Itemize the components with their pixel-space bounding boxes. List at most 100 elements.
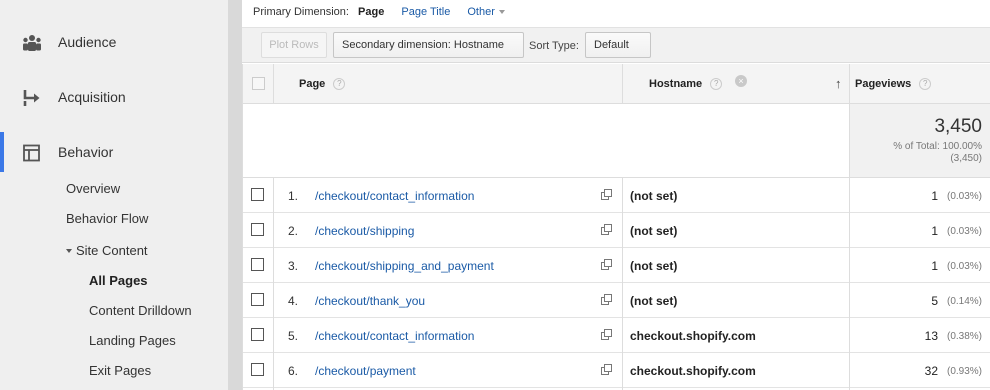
nav-behavior-label: Behavior — [58, 144, 114, 160]
page-link[interactable]: /checkout/thank_you — [315, 294, 425, 308]
hostname-cell: (not set) — [630, 294, 678, 308]
pageviews-cell: 1 — [931, 224, 938, 238]
totals-pageviews-cell: 3,450 % of Total: 100.00% (3,450) — [850, 104, 990, 177]
nav-audience-label: Audience — [58, 34, 117, 50]
column-header-hostname[interactable]: Hostname? — [649, 78, 723, 90]
column-header-pageviews-label: Pageviews — [855, 78, 912, 90]
hostname-cell: checkout.shopify.com — [630, 364, 756, 378]
pageviews-percent: (0.03%) — [946, 261, 982, 272]
totals-row: 3,450 % of Total: 100.00% (3,450) — [242, 104, 990, 178]
help-icon[interactable]: ? — [919, 78, 932, 90]
dimension-other[interactable]: Other — [467, 6, 505, 18]
row-checkbox[interactable] — [251, 293, 264, 306]
primary-dimension-label: Primary Dimension: — [253, 6, 349, 18]
chevron-down-icon — [498, 10, 505, 14]
row-index: 3. — [288, 259, 299, 273]
table-row: 3. /checkout/shipping_and_payment (not set… — [242, 248, 990, 283]
secondary-dimension-select[interactable]: Secondary dimension: Hostname — [333, 32, 524, 71]
open-page-icon[interactable] — [601, 294, 613, 305]
chevron-down-icon — [66, 249, 72, 253]
nav-behavior[interactable]: Behavior — [0, 132, 228, 172]
plot-rows-button[interactable]: Plot Rows — [261, 32, 327, 58]
dimension-other-label: Other — [467, 6, 495, 18]
row-checkbox[interactable] — [251, 328, 264, 341]
dimension-page-title[interactable]: Page Title — [401, 6, 450, 18]
table-row: 2. /checkout/shipping (not set) 1 (0.03%) — [242, 213, 990, 248]
row-checkbox[interactable] — [251, 188, 264, 201]
nav-overview[interactable]: Overview — [66, 181, 120, 196]
column-header-page-label: Page — [299, 78, 326, 90]
nav-acquisition[interactable]: Acquisition — [0, 77, 228, 117]
sidebar-scrollbar[interactable] — [228, 0, 242, 390]
primary-dimension-bar: Primary Dimension: Page Page Title Other — [253, 6, 505, 18]
pageviews-cell: 13 — [924, 329, 938, 343]
open-page-icon[interactable] — [601, 259, 613, 270]
column-divider — [849, 64, 850, 390]
page-link[interactable]: /checkout/contact_information — [315, 329, 474, 343]
table-header: Page? Hostname? × ↑ Pageviews? — [242, 64, 990, 104]
table-row: 4. /checkout/thank_you (not set) 5 (0.14%) — [242, 283, 990, 318]
total-percent: % of Total: 100.00% (3,450) — [893, 141, 982, 165]
sort-type-label: Sort Type: — [529, 40, 579, 52]
remove-dimension-icon[interactable]: × — [735, 75, 747, 87]
page-link[interactable]: /checkout/shipping_and_payment — [315, 259, 494, 273]
nav-landing-pages[interactable]: Landing Pages — [89, 333, 176, 348]
hostname-cell: (not set) — [630, 259, 678, 273]
column-header-hostname-label: Hostname — [649, 78, 703, 90]
open-page-icon[interactable] — [601, 329, 613, 340]
nav-audience[interactable]: Audience — [0, 22, 228, 62]
open-page-icon[interactable] — [601, 364, 613, 375]
pageviews-cell: 1 — [931, 259, 938, 273]
table-row: 6. /checkout/payment checkout.shopify.com 3… — [242, 353, 990, 388]
column-divider — [622, 178, 623, 390]
nav-behavior-flow[interactable]: Behavior Flow — [66, 211, 148, 226]
page-link[interactable]: /checkout/shipping — [315, 224, 414, 238]
row-index: 2. — [288, 224, 299, 238]
page-link[interactable]: /checkout/payment — [315, 364, 416, 378]
behavior-layout-icon — [23, 144, 40, 162]
hostname-cell: (not set) — [630, 189, 678, 203]
nav-content-drilldown[interactable]: Content Drilldown — [89, 303, 192, 318]
help-icon[interactable]: ? — [333, 78, 346, 90]
dimension-page[interactable]: Page — [358, 6, 384, 18]
column-divider — [622, 64, 623, 104]
row-index: 1. — [288, 189, 299, 203]
nav-acquisition-label: Acquisition — [58, 89, 126, 105]
page-link[interactable]: /checkout/contact_information — [315, 189, 474, 203]
people-icon — [23, 35, 41, 51]
table-row: 1. /checkout/contact_information (not set)… — [242, 178, 990, 213]
pageviews-cell: 5 — [931, 294, 938, 308]
nav-site-content-label: Site Content — [76, 243, 148, 258]
pageviews-percent: (0.03%) — [946, 191, 982, 202]
table-toolbar: Plot Rows Secondary dimension: Hostname … — [242, 27, 990, 71]
nav-exit-pages[interactable]: Exit Pages — [89, 363, 151, 378]
total-percent-label: % of Total: 100.00% — [893, 141, 982, 152]
row-checkbox[interactable] — [251, 223, 264, 236]
select-all-checkbox[interactable] — [252, 77, 265, 90]
row-checkbox[interactable] — [251, 258, 264, 271]
sort-type-select[interactable]: Default — [585, 32, 651, 71]
pageviews-percent: (0.93%) — [946, 366, 982, 377]
nav-all-pages[interactable]: All Pages — [89, 273, 148, 288]
pageviews-cell: 32 — [924, 364, 938, 378]
secondary-dimension-value: Secondary dimension: Hostname — [342, 39, 505, 51]
column-header-page[interactable]: Page? — [299, 78, 346, 90]
sort-type-value: Default — [594, 39, 629, 51]
pageviews-percent: (0.38%) — [946, 331, 982, 342]
column-divider — [242, 64, 243, 390]
pageviews-percent: (0.03%) — [946, 226, 982, 237]
open-page-icon[interactable] — [601, 189, 613, 200]
acquisition-arrow-icon — [23, 90, 40, 106]
column-divider — [273, 178, 274, 390]
help-icon[interactable]: ? — [710, 78, 723, 90]
sort-ascending-icon[interactable]: ↑ — [835, 76, 842, 91]
column-header-pageviews[interactable]: Pageviews? — [855, 78, 932, 90]
open-page-icon[interactable] — [601, 224, 613, 235]
row-checkbox[interactable] — [251, 363, 264, 376]
report-panel: Primary Dimension: Page Page Title Other… — [242, 0, 990, 390]
hostname-cell: (not set) — [630, 224, 678, 238]
hostname-cell: checkout.shopify.com — [630, 329, 756, 343]
row-index: 5. — [288, 329, 299, 343]
column-divider — [273, 64, 274, 104]
nav-site-content[interactable]: Site Content — [66, 243, 148, 258]
